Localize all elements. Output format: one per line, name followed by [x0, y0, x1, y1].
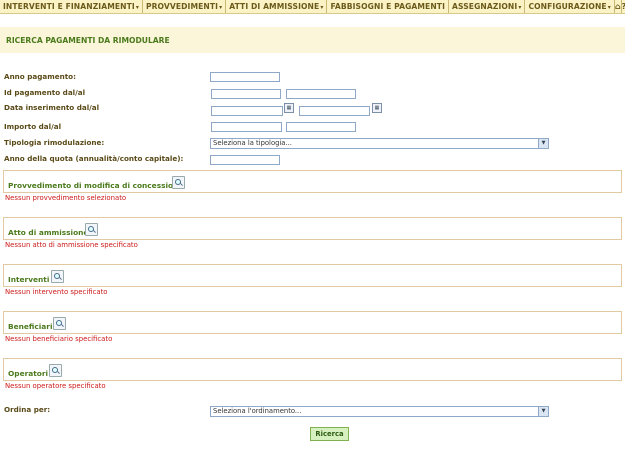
search-icon[interactable]	[85, 223, 98, 236]
anno-quota-label: Anno della quota (annualità/conto capita…	[4, 154, 184, 163]
operatori-label: Operatori	[8, 369, 49, 378]
ordina-per-select-value: Seleziona l'ordinamento...	[213, 407, 302, 415]
chevron-down-icon: ▾	[607, 4, 611, 11]
calendar-icon[interactable]: ▦	[284, 103, 294, 113]
menu-label: INTERVENTI E FINANZIAMENTI	[3, 2, 135, 11]
data-inserimento-to-input[interactable]	[299, 106, 370, 116]
interventi-message: Nessun intervento specificato	[5, 288, 108, 296]
search-icon[interactable]	[49, 364, 62, 377]
menu-fabbisogni-pagamenti[interactable]: FABBISOGNI E PAGAMENTI	[327, 0, 450, 13]
search-button[interactable]: Ricerca	[310, 427, 349, 441]
provvedimento-label: Provvedimento di modifica di concessione	[8, 181, 184, 190]
provvedimento-section: Provvedimento di modifica di concessione	[3, 170, 622, 193]
importo-label: Importo dal/al	[4, 122, 62, 131]
menu-bar: INTERVENTI E FINANZIAMENTI▾ PROVVEDIMENT…	[0, 0, 625, 14]
ordina-per-select[interactable]: Seleziona l'ordinamento... ▼	[210, 406, 549, 417]
chevron-down-icon: ▾	[518, 4, 522, 11]
data-inserimento-from-input[interactable]	[211, 106, 283, 116]
atto-ammissione-section: Atto di ammissione	[3, 217, 622, 240]
chevron-down-icon[interactable]: ▼	[538, 407, 548, 416]
search-icon[interactable]	[53, 317, 66, 330]
importo-from-input[interactable]	[211, 122, 282, 132]
menu-label: PROVVEDIMENTI	[145, 2, 219, 11]
calendar-icon[interactable]: ▦	[372, 103, 382, 113]
interventi-label: Interventi	[8, 275, 50, 284]
menu-assegnazioni[interactable]: ASSEGNAZIONI▾	[449, 0, 526, 13]
atto-ammissione-message: Nessun atto di ammissione specificato	[5, 241, 138, 249]
beneficiari-message: Nessun beneficiario specificato	[5, 335, 113, 343]
anno-pagamento-input[interactable]	[210, 72, 280, 82]
operatori-message: Nessun operatore specificato	[5, 382, 106, 390]
search-icon[interactable]	[51, 270, 64, 283]
interventi-section: Interventi	[3, 264, 622, 287]
menu-provvedimenti[interactable]: PROVVEDIMENTI▾	[143, 0, 227, 13]
menu-label: FABBISOGNI E PAGAMENTI	[330, 2, 446, 11]
chevron-down-icon: ▾	[219, 4, 223, 11]
menu-label: CONFIGURAZIONE	[528, 2, 607, 11]
tipologia-label: Tipologia rimodulazione:	[4, 138, 105, 147]
chevron-down-icon: ▾	[135, 4, 139, 11]
provvedimento-message: Nessun provvedimento selezionato	[5, 194, 127, 202]
title-bar: RICERCA PAGAMENTI DA RIMODULARE	[0, 27, 625, 53]
importo-to-input[interactable]	[286, 122, 356, 132]
chevron-down-icon[interactable]: ▼	[538, 139, 548, 148]
menu-atti-ammissione[interactable]: ATTI DI AMMISSIONE▾	[226, 0, 328, 13]
operatori-section: Operatori	[3, 358, 622, 381]
chevron-down-icon: ▾	[320, 4, 324, 11]
tipologia-select[interactable]: Seleziona la tipologia... ▼	[210, 138, 549, 149]
help-icon[interactable]: ?	[622, 0, 625, 13]
anno-quota-input[interactable]	[210, 155, 280, 165]
page-title: RICERCA PAGAMENTI DA RIMODULARE	[6, 36, 170, 45]
menu-interventi-finanziamenti[interactable]: INTERVENTI E FINANZIAMENTI▾	[0, 0, 143, 13]
anno-pagamento-label: Anno pagamento:	[4, 72, 76, 81]
atto-ammissione-label: Atto di ammissione	[8, 228, 89, 237]
tipologia-select-value: Seleziona la tipologia...	[213, 139, 292, 147]
data-inserimento-label: Data inserimento dal/al	[4, 103, 100, 112]
beneficiari-label: Beneficiari	[8, 322, 53, 331]
menu-label: ATTI DI AMMISSIONE	[229, 2, 320, 11]
beneficiari-section: Beneficiari	[3, 311, 622, 334]
home-icon[interactable]: ⌂	[615, 0, 622, 13]
id-pagamento-to-input[interactable]	[286, 89, 356, 99]
search-icon[interactable]	[172, 176, 185, 189]
id-pagamento-label: Id pagamento dal/al	[4, 88, 86, 97]
menu-configurazione[interactable]: CONFIGURAZIONE▾	[525, 0, 615, 13]
id-pagamento-from-input[interactable]	[211, 89, 281, 99]
menu-label: ASSEGNAZIONI	[452, 2, 518, 11]
ordina-per-label: Ordina per:	[4, 405, 51, 414]
